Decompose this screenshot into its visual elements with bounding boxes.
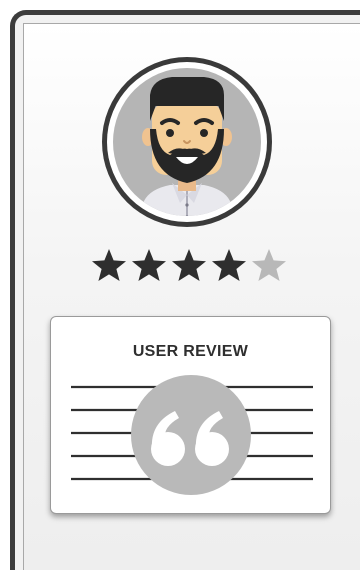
star-filled-icon (172, 249, 206, 281)
star-empty-icon (252, 249, 286, 281)
avatar (100, 55, 274, 229)
rating-stars (90, 247, 290, 287)
quote-icon (71, 375, 313, 495)
avatar-icon (102, 57, 272, 227)
star-filled-icon (132, 249, 166, 281)
user-review-card[interactable]: USER REVIEW (50, 316, 331, 514)
card-title: USER REVIEW (132, 343, 249, 360)
star-filled-icon (212, 249, 246, 281)
star-filled-icon (92, 249, 126, 281)
